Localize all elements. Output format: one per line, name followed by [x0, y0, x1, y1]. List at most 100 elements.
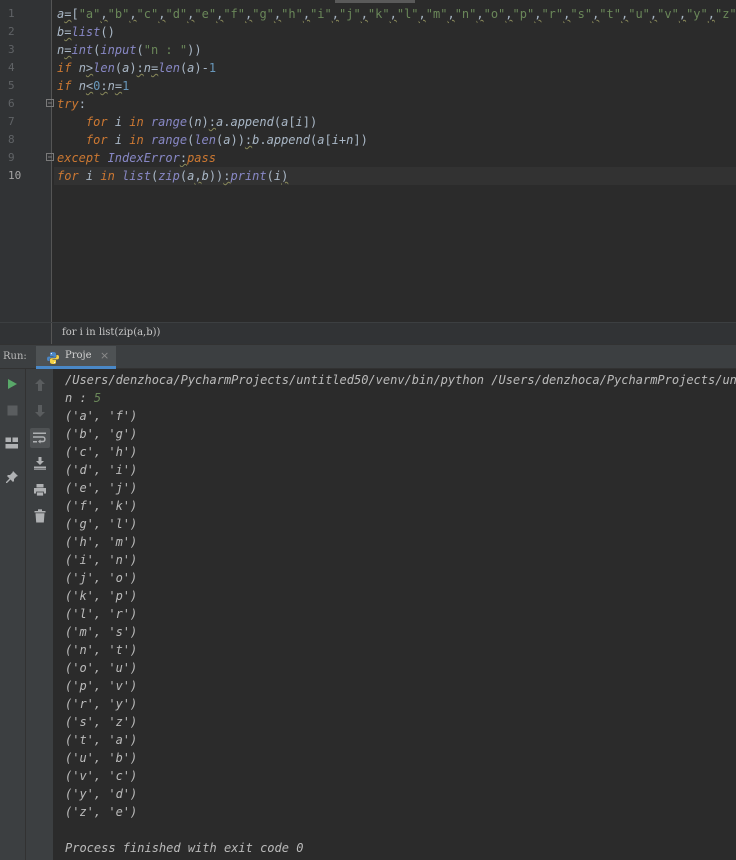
code-line[interactable]: try:: [57, 95, 736, 113]
code-line[interactable]: for i in range(len(a)):b.append(a[i+n]): [57, 131, 736, 149]
code-line[interactable]: n=int(input("n : ")): [57, 41, 736, 59]
trash-icon[interactable]: [31, 507, 49, 525]
code-token: print: [230, 169, 267, 183]
code-line[interactable]: for i in range(n):a.append(a[i]): [57, 113, 736, 131]
breadcrumb[interactable]: for i in list(zip(a,b)): [62, 327, 160, 338]
up-arrow-icon[interactable]: [31, 376, 49, 394]
run-config-tab[interactable]: Proje ×: [36, 346, 116, 369]
code-token: "p": [512, 7, 535, 21]
code-token: )): [208, 169, 224, 183]
run-icon[interactable]: [3, 375, 21, 393]
down-arrow-icon[interactable]: [31, 402, 49, 420]
line-number: 2: [8, 25, 15, 38]
code-token: 1: [208, 61, 217, 75]
code-token: ): [129, 61, 137, 75]
code-token: range: [150, 133, 188, 147]
line-number: 3: [8, 43, 15, 56]
code-token: zip: [158, 169, 180, 183]
editor-scroll-indicator[interactable]: [335, 0, 415, 3]
code-token: i: [114, 115, 130, 129]
code-token: "l": [396, 7, 419, 21]
code-token: :: [208, 115, 217, 129]
code-token: ]): [302, 115, 318, 129]
fold-marker-icon[interactable]: [46, 99, 54, 109]
code-token: try: [57, 97, 79, 111]
code-token: IndexError: [107, 151, 180, 165]
tab-close-icon[interactable]: ×: [100, 349, 109, 362]
code-token: "a": [78, 7, 101, 21]
line-number: 6: [8, 97, 15, 110]
code-token: :: [179, 151, 188, 165]
code-token: (: [114, 61, 123, 75]
code-token: "f": [223, 7, 245, 21]
console-output-line: ('g', 'l'): [65, 517, 138, 531]
code-token: :: [100, 79, 108, 93]
console-output-line: ('p', 'v'): [65, 679, 138, 693]
pin-icon[interactable]: [3, 468, 21, 486]
code-token: ): [201, 115, 209, 129]
console-output-line: ('y', 'd'): [65, 787, 138, 801]
code-token: ,: [505, 7, 513, 21]
code-token: ]): [353, 133, 368, 147]
code-token: ,: [331, 7, 339, 21]
code-token: len: [158, 61, 180, 75]
code-line[interactable]: if n>len(a):n=len(a)-1: [57, 59, 736, 77]
code-token: :: [78, 97, 86, 111]
console-output-line: ('s', 'z'): [65, 715, 138, 729]
console-output-line: ('t', 'a'): [65, 733, 138, 747]
console-prompt-line: n : 5: [65, 389, 101, 407]
code-line[interactable]: b=list(): [57, 23, 736, 41]
code-token: "h": [281, 7, 303, 21]
code-token: "y": [686, 7, 708, 21]
code-line[interactable]: except IndexError:pass: [57, 149, 736, 167]
code-token: in: [129, 115, 151, 129]
soft-wrap-icon[interactable]: [30, 428, 50, 448]
code-token: ,: [707, 7, 715, 21]
print-icon[interactable]: [31, 481, 49, 499]
layout-icon[interactable]: [3, 434, 21, 452]
console-output-line: ('o', 'u'): [65, 661, 138, 675]
stop-icon[interactable]: [3, 401, 21, 419]
line-number: 10: [8, 169, 22, 182]
line-number: 7: [8, 115, 15, 128]
code-token: if: [57, 61, 79, 75]
code-token: ,: [418, 7, 426, 21]
code-token: ,: [129, 7, 137, 21]
code-token: ,: [389, 7, 397, 21]
fold-marker-icon[interactable]: [46, 153, 54, 163]
console-output-line: ('b', 'g'): [65, 427, 138, 441]
code-token: n: [194, 115, 202, 129]
console-output-line: ('k', 'p'): [65, 589, 138, 603]
line-number: 4: [8, 61, 15, 74]
code-token: i: [331, 133, 339, 147]
code-token: =: [114, 79, 123, 93]
code-token: ,: [100, 7, 108, 21]
code-token: )): [230, 133, 245, 147]
console-exit-message: Process finished with exit code 0: [65, 841, 304, 855]
code-editor[interactable]: 1 2 3 4 5 6 7 8 9 10 a=["a","b","c","d","e","f","…: [0, 0, 736, 322]
console-output[interactable]: /Users/denzhoca/PycharmProjects/untitled…: [56, 369, 736, 860]
code-token: "g": [252, 7, 274, 21]
console-user-input: 5: [93, 391, 102, 405]
scroll-to-end-icon[interactable]: [31, 454, 49, 472]
console-output-line: ('d', 'i'): [65, 463, 138, 477]
code-line[interactable]: for i in list(zip(a,b)):print(i): [54, 167, 736, 185]
code-token: list: [71, 25, 101, 39]
console-prompt: n :: [65, 391, 94, 405]
code-token: i: [295, 115, 303, 129]
console-output-line: ('r', 'y'): [65, 697, 138, 711]
code-line[interactable]: if n<0:n=1: [57, 77, 736, 95]
code-area[interactable]: a=["a","b","c","d","e","f","g","h","i","…: [54, 5, 736, 185]
console-output-line: ('n', 't'): [65, 643, 138, 657]
code-token: ): [281, 169, 289, 183]
code-token: "r": [541, 7, 564, 21]
code-token: in: [100, 169, 123, 183]
line-number: 8: [8, 133, 15, 146]
code-token: ,: [447, 7, 455, 21]
code-token: b: [201, 169, 209, 183]
code-token: ,: [678, 7, 687, 21]
code-line[interactable]: a=["a","b","c","d","e","f","g","h","i","…: [57, 5, 736, 23]
code-token: :: [136, 61, 144, 75]
console-output-line: ('z', 'e'): [65, 805, 138, 819]
